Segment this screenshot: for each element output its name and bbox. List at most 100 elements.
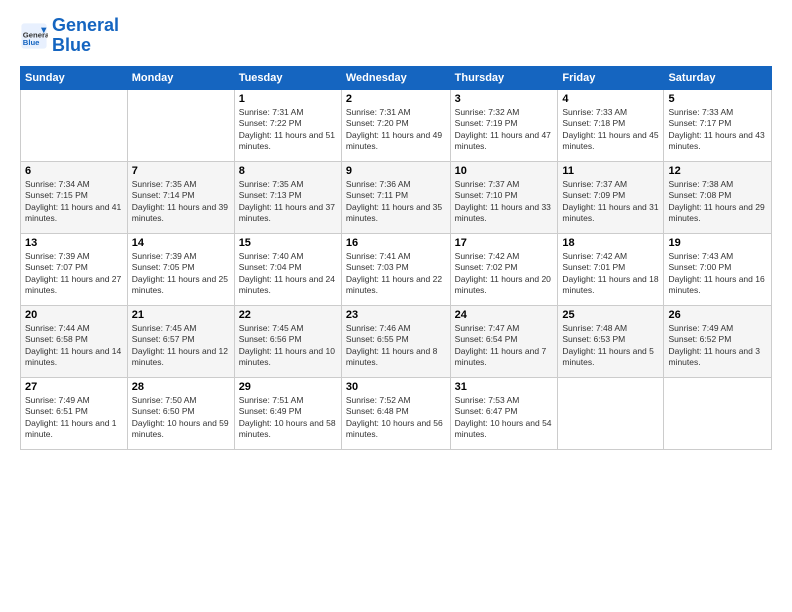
- day-number: 29: [239, 381, 337, 393]
- day-number: 22: [239, 309, 337, 321]
- day-number: 19: [668, 237, 767, 249]
- day-number: 7: [132, 165, 230, 177]
- day-number: 13: [25, 237, 123, 249]
- calendar-cell: 1 Sunrise: 7:31 AM Sunset: 7:22 PM Daylig…: [234, 89, 341, 161]
- day-number: 21: [132, 309, 230, 321]
- day-info: Sunrise: 7:49 AM Sunset: 6:52 PM Dayligh…: [668, 323, 767, 369]
- calendar-cell: 20 Sunrise: 7:44 AM Sunset: 6:58 PM Dayli…: [21, 305, 128, 377]
- calendar-cell: 24Sunrise: 7:47 AM Sunset: 6:54 PM Dayli…: [450, 305, 558, 377]
- calendar-cell: 15 Sunrise: 7:40 AM Sunset: 7:04 PM Dayli…: [234, 233, 341, 305]
- calendar-cell: 5Sunrise: 7:33 AM Sunset: 7:17 PM Daylig…: [664, 89, 772, 161]
- week-row-5: 27 Sunrise: 7:49 AM Sunset: 6:51 PM Dayli…: [21, 377, 772, 449]
- day-info: Sunrise: 7:35 AM Sunset: 7:13 PM Dayligh…: [239, 179, 337, 225]
- day-number: 17: [455, 237, 554, 249]
- calendar-cell: 16 Sunrise: 7:41 AM Sunset: 7:03 PM Dayli…: [341, 233, 450, 305]
- day-info: Sunrise: 7:38 AM Sunset: 7:08 PM Dayligh…: [668, 179, 767, 225]
- day-info: Sunrise: 7:37 AM Sunset: 7:09 PM Dayligh…: [562, 179, 659, 225]
- calendar-cell: 25 Sunrise: 7:48 AM Sunset: 6:53 PM Dayli…: [558, 305, 664, 377]
- calendar-cell: 31Sunrise: 7:53 AM Sunset: 6:47 PM Dayli…: [450, 377, 558, 449]
- calendar-cell: 13 Sunrise: 7:39 AM Sunset: 7:07 PM Dayli…: [21, 233, 128, 305]
- calendar-cell: 6 Sunrise: 7:34 AM Sunset: 7:15 PM Daylig…: [21, 161, 128, 233]
- day-info: Sunrise: 7:50 AM Sunset: 6:50 PM Dayligh…: [132, 395, 230, 441]
- calendar-cell: 17 Sunrise: 7:42 AM Sunset: 7:02 PM Dayli…: [450, 233, 558, 305]
- day-info: Sunrise: 7:42 AM Sunset: 7:02 PM Dayligh…: [455, 251, 554, 297]
- day-info: Sunrise: 7:31 AM Sunset: 7:22 PM Dayligh…: [239, 107, 337, 153]
- calendar-cell: 2 Sunrise: 7:31 AM Sunset: 7:20 PM Daylig…: [341, 89, 450, 161]
- week-row-2: 6 Sunrise: 7:34 AM Sunset: 7:15 PM Daylig…: [21, 161, 772, 233]
- day-info: Sunrise: 7:40 AM Sunset: 7:04 PM Dayligh…: [239, 251, 337, 297]
- day-info: Sunrise: 7:48 AM Sunset: 6:53 PM Dayligh…: [562, 323, 659, 369]
- calendar-table: SundayMondayTuesdayWednesdayThursdayFrid…: [20, 66, 772, 450]
- logo-text: GeneralBlue: [52, 16, 119, 56]
- day-info: Sunrise: 7:34 AM Sunset: 7:15 PM Dayligh…: [25, 179, 123, 225]
- day-number: 8: [239, 165, 337, 177]
- day-header-tuesday: Tuesday: [234, 66, 341, 89]
- day-info: Sunrise: 7:46 AM Sunset: 6:55 PM Dayligh…: [346, 323, 446, 369]
- calendar-cell: 28 Sunrise: 7:50 AM Sunset: 6:50 PM Dayli…: [127, 377, 234, 449]
- logo-icon: General Blue: [20, 22, 48, 50]
- day-number: 20: [25, 309, 123, 321]
- header: General Blue GeneralBlue: [20, 16, 772, 56]
- week-row-4: 20 Sunrise: 7:44 AM Sunset: 6:58 PM Dayli…: [21, 305, 772, 377]
- day-number: 16: [346, 237, 446, 249]
- calendar-cell: 27 Sunrise: 7:49 AM Sunset: 6:51 PM Dayli…: [21, 377, 128, 449]
- day-info: Sunrise: 7:39 AM Sunset: 7:07 PM Dayligh…: [25, 251, 123, 297]
- day-number: 15: [239, 237, 337, 249]
- day-info: Sunrise: 7:36 AM Sunset: 7:11 PM Dayligh…: [346, 179, 446, 225]
- day-info: Sunrise: 7:33 AM Sunset: 7:17 PM Dayligh…: [668, 107, 767, 153]
- day-header-thursday: Thursday: [450, 66, 558, 89]
- calendar-cell: 3Sunrise: 7:32 AM Sunset: 7:19 PM Daylig…: [450, 89, 558, 161]
- day-header-sunday: Sunday: [21, 66, 128, 89]
- day-number: 4: [562, 93, 659, 105]
- day-info: Sunrise: 7:53 AM Sunset: 6:47 PM Dayligh…: [455, 395, 554, 441]
- day-header-saturday: Saturday: [664, 66, 772, 89]
- calendar-cell: [127, 89, 234, 161]
- calendar-cell: [21, 89, 128, 161]
- calendar-cell: 9 Sunrise: 7:36 AM Sunset: 7:11 PM Daylig…: [341, 161, 450, 233]
- day-info: Sunrise: 7:41 AM Sunset: 7:03 PM Dayligh…: [346, 251, 446, 297]
- header-row: SundayMondayTuesdayWednesdayThursdayFrid…: [21, 66, 772, 89]
- day-info: Sunrise: 7:37 AM Sunset: 7:10 PM Dayligh…: [455, 179, 554, 225]
- day-info: Sunrise: 7:45 AM Sunset: 6:56 PM Dayligh…: [239, 323, 337, 369]
- calendar-cell: 22 Sunrise: 7:45 AM Sunset: 6:56 PM Dayli…: [234, 305, 341, 377]
- day-number: 6: [25, 165, 123, 177]
- day-number: 3: [455, 93, 554, 105]
- day-info: Sunrise: 7:35 AM Sunset: 7:14 PM Dayligh…: [132, 179, 230, 225]
- day-info: Sunrise: 7:42 AM Sunset: 7:01 PM Dayligh…: [562, 251, 659, 297]
- day-number: 25: [562, 309, 659, 321]
- day-number: 11: [562, 165, 659, 177]
- day-number: 24: [455, 309, 554, 321]
- day-info: Sunrise: 7:45 AM Sunset: 6:57 PM Dayligh…: [132, 323, 230, 369]
- calendar-cell: 8 Sunrise: 7:35 AM Sunset: 7:13 PM Daylig…: [234, 161, 341, 233]
- logo: General Blue GeneralBlue: [20, 16, 119, 56]
- calendar-cell: 12 Sunrise: 7:38 AM Sunset: 7:08 PM Dayli…: [664, 161, 772, 233]
- day-number: 1: [239, 93, 337, 105]
- day-info: Sunrise: 7:51 AM Sunset: 6:49 PM Dayligh…: [239, 395, 337, 441]
- calendar-cell: 26 Sunrise: 7:49 AM Sunset: 6:52 PM Dayli…: [664, 305, 772, 377]
- day-number: 18: [562, 237, 659, 249]
- day-header-monday: Monday: [127, 66, 234, 89]
- day-number: 26: [668, 309, 767, 321]
- day-info: Sunrise: 7:39 AM Sunset: 7:05 PM Dayligh…: [132, 251, 230, 297]
- day-number: 28: [132, 381, 230, 393]
- day-info: Sunrise: 7:49 AM Sunset: 6:51 PM Dayligh…: [25, 395, 123, 441]
- day-info: Sunrise: 7:33 AM Sunset: 7:18 PM Dayligh…: [562, 107, 659, 153]
- day-info: Sunrise: 7:31 AM Sunset: 7:20 PM Dayligh…: [346, 107, 446, 153]
- day-header-friday: Friday: [558, 66, 664, 89]
- calendar-cell: 14Sunrise: 7:39 AM Sunset: 7:05 PM Dayli…: [127, 233, 234, 305]
- calendar-cell: 23Sunrise: 7:46 AM Sunset: 6:55 PM Dayli…: [341, 305, 450, 377]
- calendar-cell: 7 Sunrise: 7:35 AM Sunset: 7:14 PM Daylig…: [127, 161, 234, 233]
- day-number: 2: [346, 93, 446, 105]
- day-info: Sunrise: 7:44 AM Sunset: 6:58 PM Dayligh…: [25, 323, 123, 369]
- day-info: Sunrise: 7:52 AM Sunset: 6:48 PM Dayligh…: [346, 395, 446, 441]
- calendar-cell: 18 Sunrise: 7:42 AM Sunset: 7:01 PM Dayli…: [558, 233, 664, 305]
- calendar-cell: [558, 377, 664, 449]
- day-number: 12: [668, 165, 767, 177]
- calendar-page: General Blue GeneralBlue SundayMondayTue…: [0, 0, 792, 612]
- calendar-cell: 29 Sunrise: 7:51 AM Sunset: 6:49 PM Dayli…: [234, 377, 341, 449]
- week-row-1: 1 Sunrise: 7:31 AM Sunset: 7:22 PM Daylig…: [21, 89, 772, 161]
- day-number: 27: [25, 381, 123, 393]
- day-info: Sunrise: 7:43 AM Sunset: 7:00 PM Dayligh…: [668, 251, 767, 297]
- day-number: 9: [346, 165, 446, 177]
- svg-text:Blue: Blue: [23, 38, 40, 47]
